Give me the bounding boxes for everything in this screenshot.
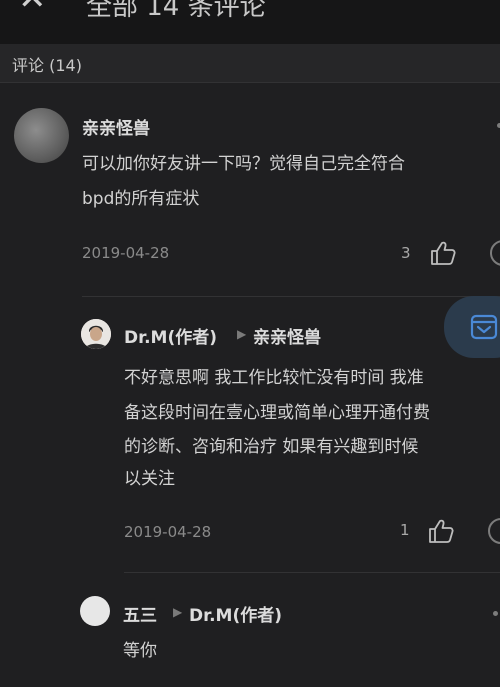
comments-count-label: 评论 (14) (12, 56, 82, 75)
divider (124, 572, 500, 573)
reply-arrow-icon: ▶ (237, 327, 247, 341)
like-count: 1 (400, 521, 410, 539)
comments-section-header: 评论 (14) (0, 44, 500, 83)
reply-date: 2019-04-28 (124, 523, 212, 541)
page-title: 全部 14 条评论 (86, 0, 266, 22)
avatar[interactable] (80, 596, 110, 626)
reply-arrow-icon: ▶ (173, 605, 183, 619)
reply-text-line: 等你 (123, 641, 157, 661)
more-options-icon[interactable] (493, 611, 498, 616)
divider (82, 296, 500, 297)
reply-text-line: 以关注 (124, 469, 175, 489)
top-bar: ✕ 全部 14 条评论 (0, 0, 500, 44)
reply-text-line: 的诊断、咨询和治疗 如果有兴趣到时候 (124, 437, 419, 457)
inbox-icon[interactable] (470, 313, 498, 341)
comment-text-line: 可以加你好友讲一下吗？觉得自己完全符合 (82, 154, 405, 174)
reply-target[interactable]: Dr.M(作者) (189, 601, 282, 626)
reply-author[interactable]: Dr.M(作者) (124, 323, 217, 348)
thumbs-up-icon[interactable] (427, 518, 455, 544)
more-options-icon[interactable] (490, 240, 500, 266)
more-options-icon[interactable] (488, 518, 500, 544)
reply-target[interactable]: 亲亲怪兽 (253, 323, 321, 348)
comment-text-line: bpd的所有症状 (82, 189, 200, 209)
person-avatar-icon (81, 319, 111, 349)
reply-author[interactable]: 五三 (123, 601, 157, 626)
like-count: 3 (401, 244, 411, 262)
reply-text-line: 不好意思啊 我工作比较忙没有时间 我准 (124, 368, 424, 388)
close-icon[interactable]: ✕ (18, 0, 47, 18)
avatar[interactable] (14, 108, 69, 163)
comment-author[interactable]: 亲亲怪兽 (82, 114, 150, 139)
avatar[interactable] (81, 319, 111, 349)
reply-text-line: 备这段时间在壹心理或简单心理开通付费 (124, 403, 430, 423)
comment-date: 2019-04-28 (82, 244, 170, 262)
thumbs-up-icon[interactable] (429, 240, 457, 266)
